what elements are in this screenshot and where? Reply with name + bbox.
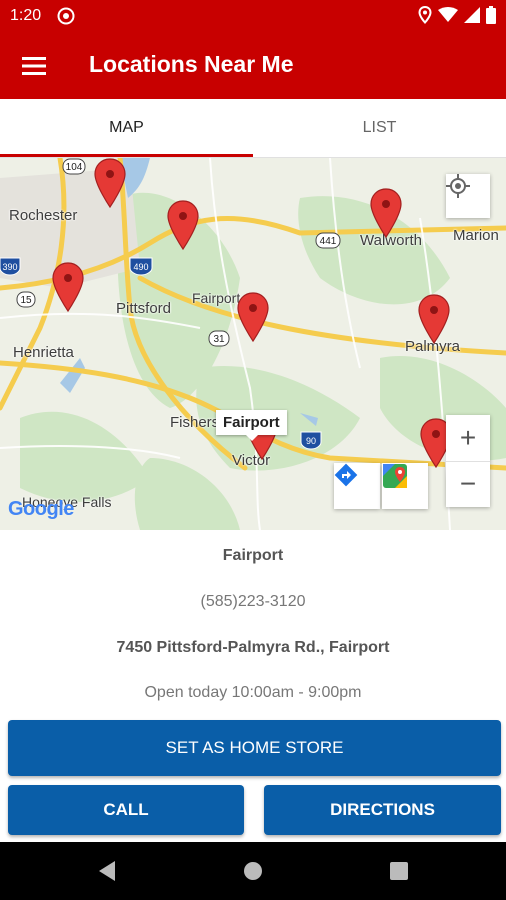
store-phone[interactable]: (585)223-3120: [0, 593, 506, 611]
tab-map[interactable]: MAP: [0, 99, 253, 157]
store-pin[interactable]: [94, 158, 126, 208]
map-label-marion: Marion: [453, 227, 499, 244]
svg-text:104: 104: [66, 162, 83, 173]
zoom-controls: + −: [446, 415, 490, 507]
menu-button[interactable]: [12, 44, 56, 88]
battery-icon: [486, 6, 496, 24]
store-pin-selected[interactable]: [237, 292, 269, 342]
back-icon: [99, 861, 115, 881]
status-time: 1:20: [10, 7, 42, 24]
svg-text:490: 490: [133, 262, 148, 272]
google-logo: Google: [8, 498, 74, 520]
wifi-icon: [438, 7, 458, 22]
zoom-in-button[interactable]: +: [446, 415, 490, 462]
home-button[interactable]: [238, 856, 268, 886]
map-label-fishers: Fishers: [170, 414, 220, 431]
directions-icon: [334, 463, 358, 487]
store-pin[interactable]: [52, 262, 84, 312]
my-location-button[interactable]: [446, 174, 490, 218]
interstate-390-shield: 390: [0, 257, 21, 276]
store-pin[interactable]: [370, 188, 402, 238]
svg-text:441: 441: [320, 236, 337, 247]
back-button[interactable]: [92, 856, 122, 886]
svg-text:31: 31: [213, 334, 225, 345]
map-directions-button[interactable]: [334, 463, 380, 509]
location-icon: [418, 6, 432, 24]
page-title: Locations Near Me: [89, 51, 294, 77]
recents-button[interactable]: [384, 856, 414, 886]
app-bar: Locations Near Me: [0, 32, 506, 99]
google-maps-icon: [383, 464, 407, 488]
svg-text:90: 90: [306, 436, 316, 446]
store-map[interactable]: 104 441 490 390 15 31 90 Rochester Walwo…: [0, 158, 506, 530]
crosshair-icon: [446, 174, 470, 198]
recents-square-icon: [390, 862, 408, 880]
home-circle-icon: [244, 862, 262, 880]
map-label-rochester: Rochester: [9, 207, 78, 224]
do-not-disturb-icon: [57, 7, 75, 25]
signal-icon: [464, 7, 480, 23]
store-address: 7450 Pittsford-Palmyra Rd., Fairport: [116, 639, 390, 656]
directions-button[interactable]: DIRECTIONS: [264, 785, 501, 835]
store-pin[interactable]: [167, 200, 199, 250]
tab-bar: MAP LIST: [0, 99, 506, 158]
open-in-google-maps-button[interactable]: [382, 463, 428, 509]
svg-text:390: 390: [2, 262, 17, 272]
interstate-490-shield: 490: [129, 257, 153, 276]
map-label-fairport: Fairport: [192, 290, 241, 306]
status-bar: 1:20: [0, 0, 506, 32]
hamburger-menu-icon: [22, 57, 46, 75]
set-home-store-button[interactable]: SET AS HOME STORE: [8, 720, 501, 776]
store-pin[interactable]: [418, 294, 450, 344]
call-button[interactable]: CALL: [8, 785, 244, 835]
tab-list[interactable]: LIST: [253, 99, 506, 157]
store-name: Fairport: [222, 547, 284, 564]
zoom-out-button[interactable]: −: [446, 462, 490, 508]
system-nav-bar: [0, 842, 506, 900]
route-441-shield: 441: [315, 232, 341, 249]
store-hours: Open today 10:00am - 9:00pm: [144, 684, 362, 701]
svg-text:15: 15: [20, 295, 32, 306]
active-tab-indicator: [0, 154, 253, 157]
interstate-90-shield: 90: [300, 431, 322, 450]
map-info-window[interactable]: Fairport: [216, 410, 287, 441]
route-104-shield: 104: [62, 158, 86, 175]
map-label-pittsford: Pittsford: [116, 300, 172, 317]
map-label-henrietta: Henrietta: [13, 344, 74, 361]
route-15-shield: 15: [16, 291, 36, 308]
route-31-shield: 31: [208, 330, 230, 347]
